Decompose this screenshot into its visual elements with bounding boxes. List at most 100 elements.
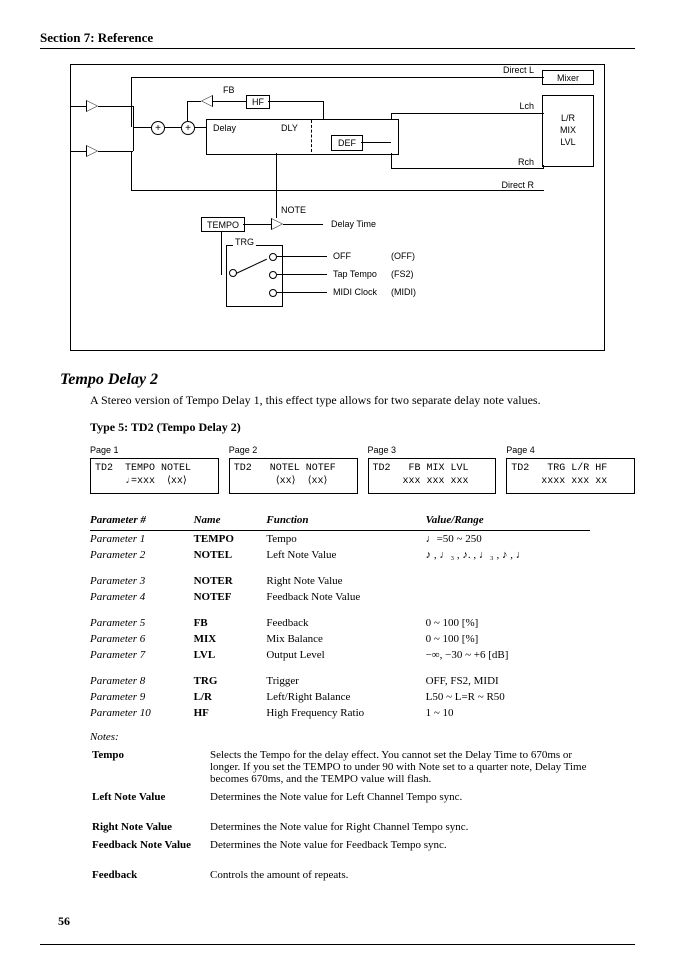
param-function: High Frequency Ratio — [266, 705, 425, 721]
table-row: Parameter 1TEMPOTempo♩=50 ~ 250 — [90, 531, 590, 548]
rch-label: Rch — [518, 157, 534, 167]
param-name: NOTEF — [194, 589, 267, 605]
dly-label: DLY — [281, 123, 298, 133]
param-function: Right Note Value — [266, 573, 425, 589]
table-row: Parameter 7LVLOutput Level−∞, −30 ~ +6 [… — [90, 647, 590, 663]
note-label: Tempo — [92, 747, 208, 787]
param-range — [426, 573, 590, 589]
note-row: Right Note ValueDetermines the Note valu… — [92, 819, 608, 835]
param-function: Tempo — [266, 531, 425, 548]
page-label: Page 2 — [229, 445, 358, 455]
col-parameter: Parameter # — [90, 510, 194, 531]
param-num: Parameter 1 — [90, 531, 194, 548]
param-range: 1 ~ 10 — [426, 705, 590, 721]
note-label: Feedback — [92, 867, 208, 883]
lcd-display: TD2 TRG L/R HF xxxx xxx xx — [506, 458, 635, 494]
table-row: Parameter 8TRGTriggerOFF, FS2, MIDI — [90, 673, 590, 689]
table-row: Parameter 9L/RLeft/Right BalanceL50 ~ L=… — [90, 689, 590, 705]
delay-time-label: Delay Time — [331, 219, 376, 229]
note-text: Controls the amount of repeats. — [210, 867, 608, 883]
param-num: Parameter 2 — [90, 547, 194, 563]
param-num: Parameter 3 — [90, 573, 194, 589]
col-function: Function — [266, 510, 425, 531]
param-num: Parameter 8 — [90, 673, 194, 689]
param-range: 0 ~ 100 [%] — [426, 615, 590, 631]
param-range: OFF, FS2, MIDI — [426, 673, 590, 689]
note-label: Right Note Value — [92, 819, 208, 835]
param-range: ♩=50 ~ 250 — [426, 531, 590, 548]
note-row: FeedbackControls the amount of repeats. — [92, 867, 608, 883]
param-range: ♪ , ♩₃ , ♪. , ♩₃ , ♪ , ♩ — [426, 547, 590, 563]
trg-label: TRG — [233, 237, 256, 247]
param-num: Parameter 10 — [90, 705, 194, 721]
param-name: FB — [194, 615, 267, 631]
param-range — [426, 589, 590, 605]
effect-description: A Stereo version of Tempo Delay 1, this … — [90, 393, 635, 408]
page-label: Page 4 — [506, 445, 635, 455]
fb-label: FB — [223, 85, 235, 95]
note-label: Feedback Note Value — [92, 837, 208, 853]
param-function: Output Level — [266, 647, 425, 663]
param-num: Parameter 6 — [90, 631, 194, 647]
param-function: Mix Balance — [266, 631, 425, 647]
param-function: Left/Right Balance — [266, 689, 425, 705]
param-name: NOTEL — [194, 547, 267, 563]
note-label: Left Note Value — [92, 789, 208, 805]
param-range: 0 ~ 100 [%] — [426, 631, 590, 647]
note-label: NOTE — [281, 205, 306, 215]
lcd-display: TD2 TEMPO NOTEL ♩=xxx ⟨xx⟩ — [90, 458, 219, 494]
note-text: Determines the Note value for Left Chann… — [210, 789, 608, 805]
lcd-display: TD2 NOTEL NOTEF ⟨xx⟩ ⟨xx⟩ — [229, 458, 358, 494]
page-label: Page 3 — [368, 445, 497, 455]
lcd-display: TD2 FB MIX LVL xxx xxx xxx — [368, 458, 497, 494]
param-num: Parameter 4 — [90, 589, 194, 605]
off-label: OFF — [333, 251, 351, 261]
lcd-page: Page 1 TD2 TEMPO NOTEL ♩=xxx ⟨xx⟩ — [90, 445, 219, 494]
param-name: TEMPO — [194, 531, 267, 548]
col-name: Name — [194, 510, 267, 531]
fs2-code: (FS2) — [391, 269, 414, 279]
note-text: Selects the Tempo for the delay effect. … — [210, 747, 608, 787]
param-num: Parameter 5 — [90, 615, 194, 631]
tempo-block: TEMPO — [201, 217, 245, 232]
param-name: TRG — [194, 673, 267, 689]
note-text: Determines the Note value for Feedback T… — [210, 837, 608, 853]
sum-node-2: + — [181, 121, 195, 135]
col-value-range: Value/Range — [426, 510, 590, 531]
param-range: −∞, −30 ~ +6 [dB] — [426, 647, 590, 663]
table-row: Parameter 6MIXMix Balance0 ~ 100 [%] — [90, 631, 590, 647]
param-function: Left Note Value — [266, 547, 425, 563]
lcd-page: Page 4 TD2 TRG L/R HF xxxx xxx xx — [506, 445, 635, 494]
direct-l-label: Direct L — [503, 65, 534, 75]
table-row: Parameter 3NOTERRight Note Value — [90, 573, 590, 589]
off-code: (OFF) — [391, 251, 415, 261]
page-label: Page 1 — [90, 445, 219, 455]
type-subtitle: Type 5: TD2 (Tempo Delay 2) — [90, 420, 635, 435]
param-name: L/R — [194, 689, 267, 705]
param-function: Feedback — [266, 615, 425, 631]
table-row: Parameter 5FBFeedback0 ~ 100 [%] — [90, 615, 590, 631]
note-row: Left Note ValueDetermines the Note value… — [92, 789, 608, 805]
parameter-table: Parameter # Name Function Value/Range Pa… — [90, 510, 590, 721]
signal-flow-diagram: Mixer L/R MIX LVL Direct L + + FB HF Del… — [70, 64, 605, 351]
note-row: Feedback Note ValueDetermines the Note v… — [92, 837, 608, 853]
lcd-pages-row: Page 1 TD2 TEMPO NOTEL ♩=xxx ⟨xx⟩ Page 2 TD… — [90, 445, 635, 494]
table-row: Parameter 2NOTELLeft Note Value♪ , ♩₃ , … — [90, 547, 590, 563]
param-num: Parameter 7 — [90, 647, 194, 663]
param-name: NOTER — [194, 573, 267, 589]
param-function: Feedback Note Value — [266, 589, 425, 605]
sum-node-1: + — [151, 121, 165, 135]
param-name: LVL — [194, 647, 267, 663]
param-num: Parameter 9 — [90, 689, 194, 705]
page-number: 56 — [58, 914, 70, 929]
param-function: Trigger — [266, 673, 425, 689]
mixer-block: Mixer — [542, 70, 594, 85]
midi-clock-label: MIDI Clock — [333, 287, 377, 297]
lcd-page: Page 3 TD2 FB MIX LVL xxx xxx xxx — [368, 445, 497, 494]
param-range: L50 ~ L=R ~ R50 — [426, 689, 590, 705]
param-name: MIX — [194, 631, 267, 647]
table-row: Parameter 4NOTEFFeedback Note Value — [90, 589, 590, 605]
tap-tempo-label: Tap Tempo — [333, 269, 377, 279]
lr-mix-lvl-block: L/R MIX LVL — [542, 95, 594, 167]
note-row: TempoSelects the Tempo for the delay eff… — [92, 747, 608, 787]
